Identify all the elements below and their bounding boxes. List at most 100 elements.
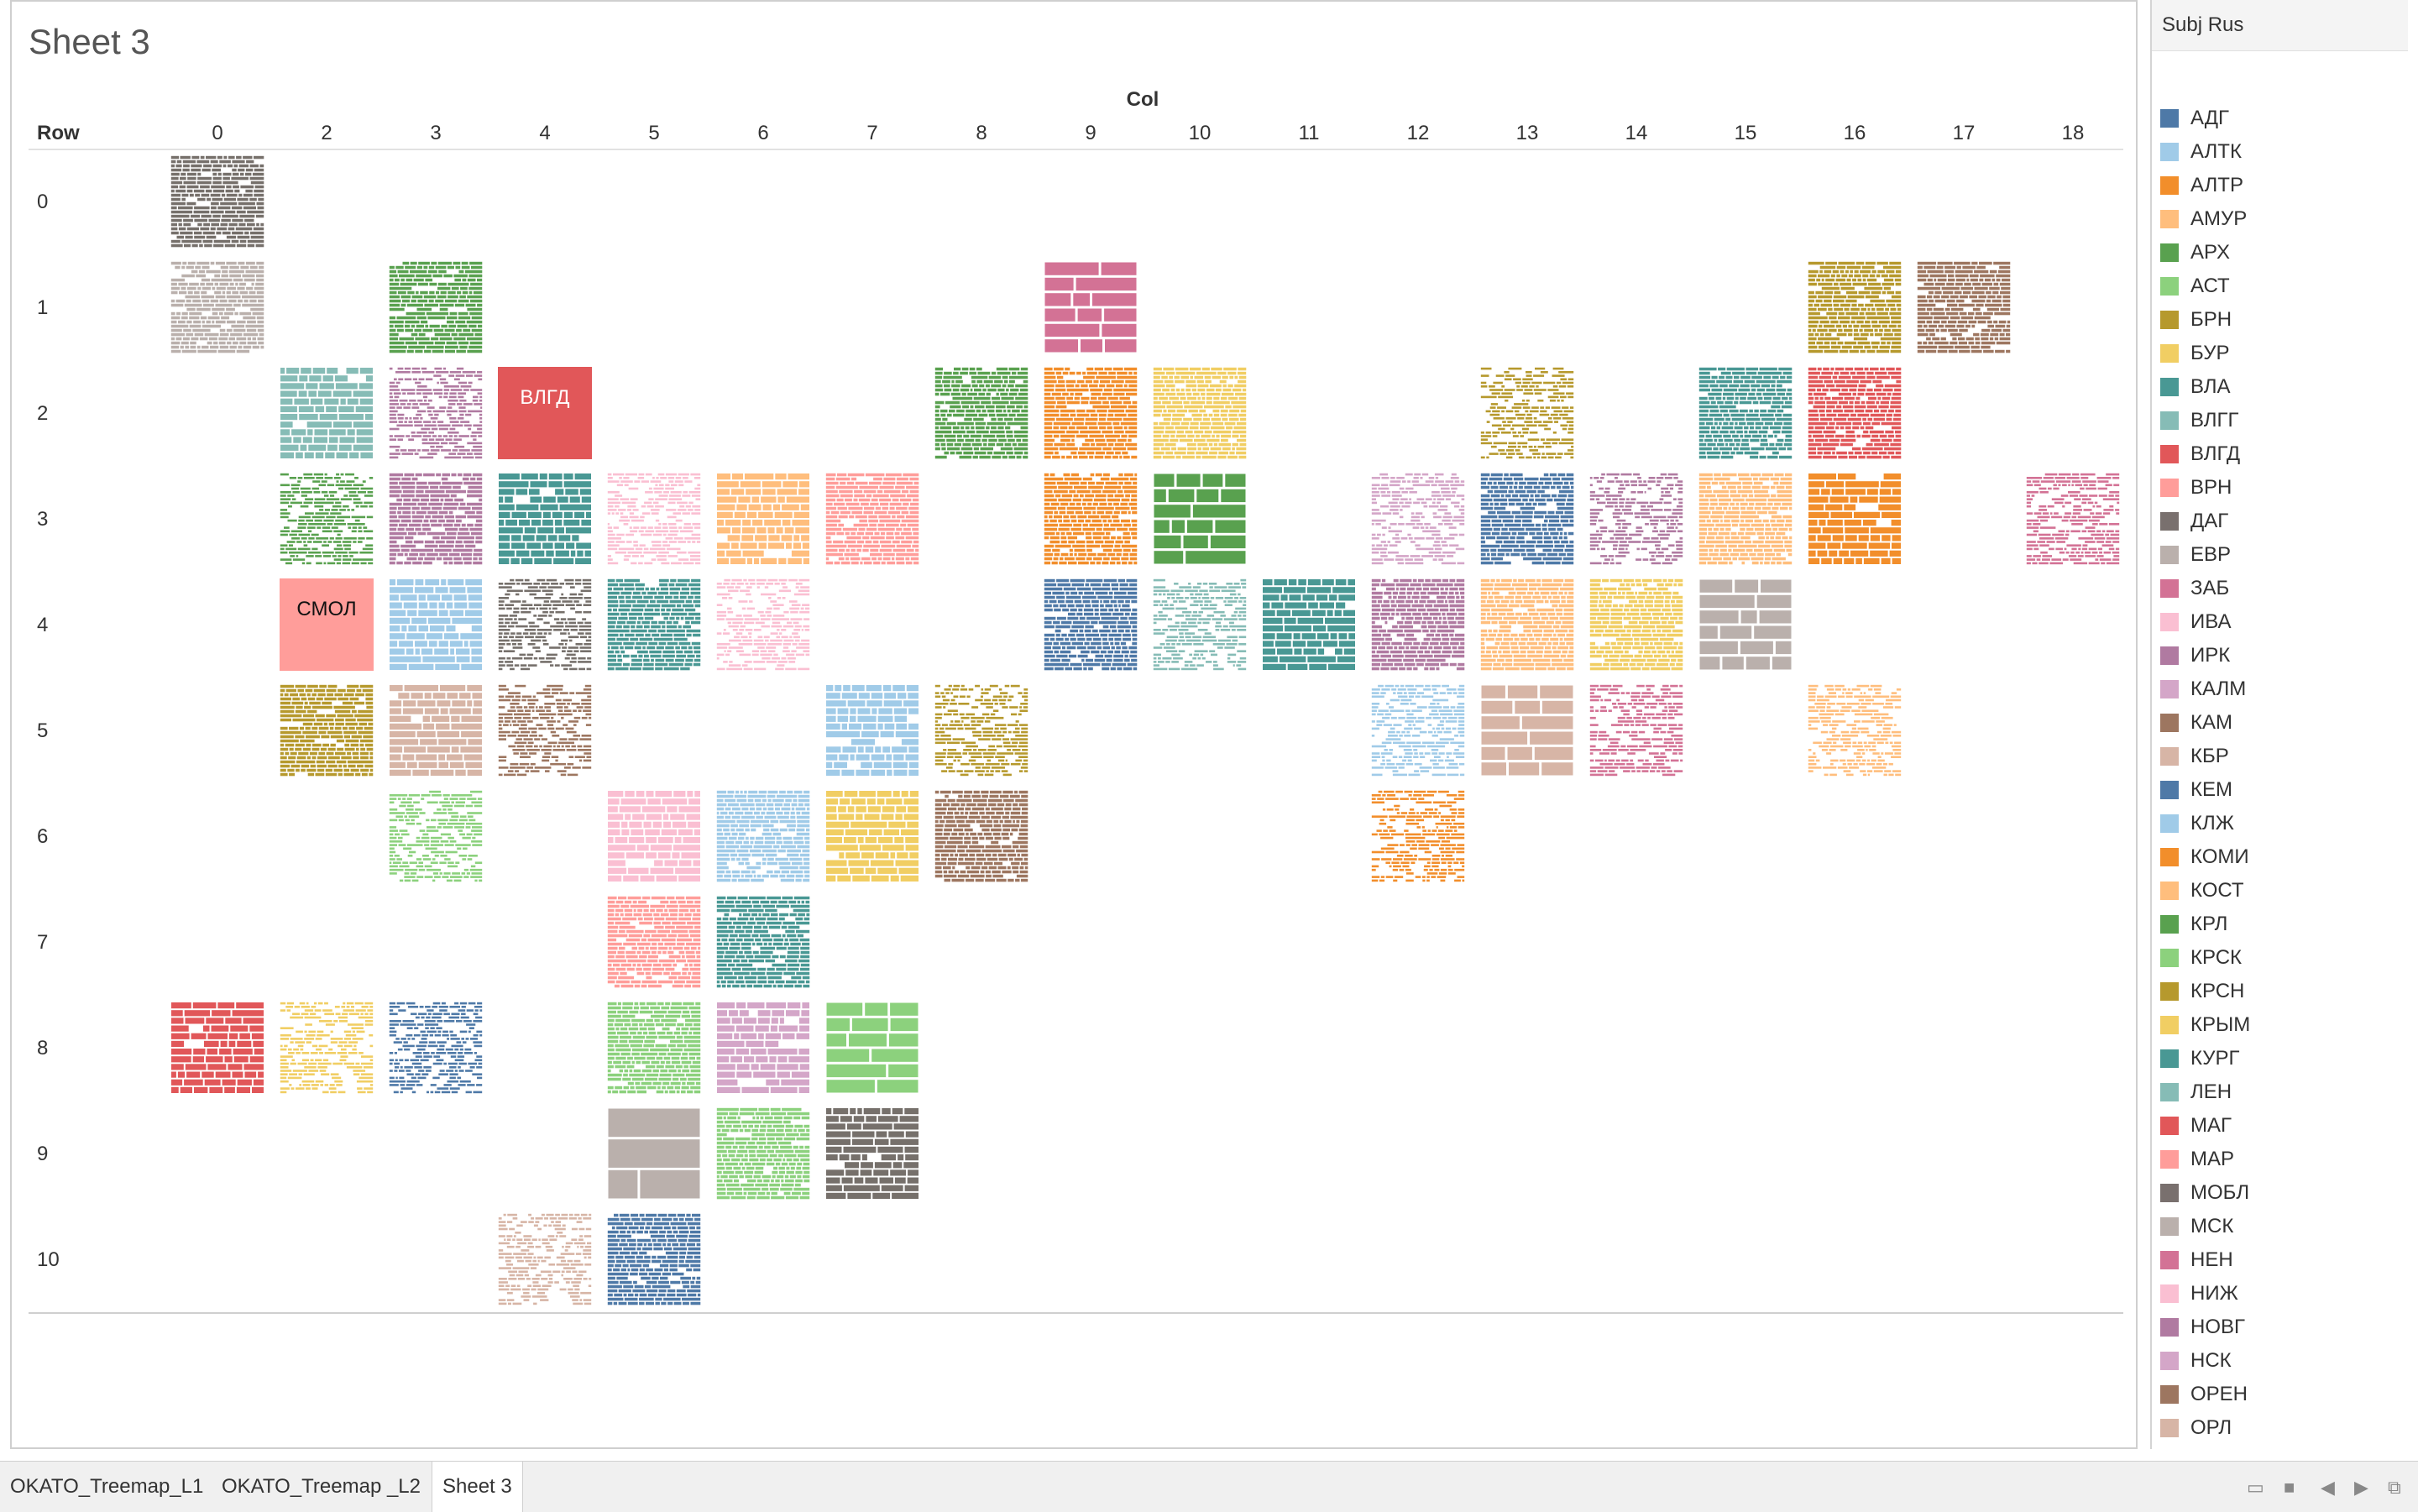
treemap-cell[interactable]: [499, 473, 591, 564]
treemap-block: [297, 526, 306, 529]
treemap-cell[interactable]: [171, 262, 264, 353]
treemap-block: [1824, 300, 1831, 303]
treemap-block: [1808, 535, 1816, 541]
treemap-block: [1107, 439, 1117, 442]
treemap-block: [1786, 486, 1792, 489]
treemap-block: [259, 165, 264, 168]
treemap-block: [247, 329, 256, 332]
treemap-block: [845, 557, 849, 561]
treemap-block: [1489, 389, 1503, 391]
treemap-block: [257, 291, 264, 295]
treemap-cell[interactable]: [826, 473, 919, 565]
treemap-block: [516, 625, 528, 628]
treemap-cell[interactable]: [608, 473, 700, 564]
treemap-cell[interactable]: [1481, 368, 1573, 458]
treemap-block: [440, 486, 452, 489]
treemap-block: [1525, 411, 1528, 413]
treemap-block: [991, 418, 996, 421]
treemap-block: [390, 610, 406, 616]
treemap-block: [1724, 507, 1728, 510]
treemap-block: [337, 562, 341, 565]
treemap-block: [1054, 435, 1060, 438]
treemap-cell[interactable]: [717, 473, 809, 564]
treemap-cell[interactable]: [1045, 263, 1137, 353]
treemap-cell[interactable]: ВЛГД: [498, 367, 592, 459]
treemap-block: [1513, 435, 1519, 437]
treemap-cell[interactable]: [171, 156, 264, 247]
treemap-block: [657, 555, 667, 557]
treemap-block: [1506, 417, 1516, 420]
treemap-block[interactable]: [498, 367, 592, 459]
treemap-block: [2080, 477, 2088, 479]
treemap-block: [678, 541, 686, 543]
treemap-block: [1553, 417, 1561, 420]
treemap-cell[interactable]: [1481, 473, 1574, 565]
treemap-block: [1481, 499, 1493, 502]
treemap-block: [1504, 473, 1508, 477]
treemap-block: [1070, 549, 1073, 552]
treemap-cell[interactable]: [499, 579, 591, 670]
treemap-block: [1079, 456, 1088, 459]
treemap-cell[interactable]: [1699, 368, 1793, 459]
treemap-cell[interactable]: [1044, 368, 1138, 459]
treemap-block: [1390, 484, 1400, 487]
treemap-block: [431, 417, 438, 420]
treemap-block: [551, 600, 561, 603]
treemap-cell[interactable]: [1372, 473, 1464, 564]
treemap-block: [2084, 484, 2088, 487]
treemap-block: [1542, 528, 1547, 531]
treemap-block: [1459, 534, 1464, 536]
treemap-block: [1176, 456, 1181, 459]
treemap-block: [906, 536, 919, 540]
treemap-block: [1976, 266, 1986, 269]
treemap-cell[interactable]: [935, 368, 1028, 459]
treemap-cell[interactable]: [390, 579, 482, 670]
treemap-block: [467, 503, 482, 506]
treemap-block: [233, 173, 239, 176]
treemap-cell[interactable]: [280, 473, 373, 564]
treemap-block: [412, 368, 420, 370]
treemap-block: [641, 555, 645, 557]
treemap-cell[interactable]: [1044, 473, 1138, 565]
treemap-block: [1950, 317, 1960, 320]
treemap-block: [1866, 410, 1873, 413]
treemap-block: [1560, 379, 1567, 381]
treemap-block: [447, 283, 468, 286]
treemap-block: [1372, 484, 1380, 487]
treemap-cell[interactable]: [390, 262, 483, 353]
treemap-cell[interactable]: СМОЛ: [280, 578, 374, 671]
treemap-cell[interactable]: [1808, 473, 1901, 564]
treemap-block: [1871, 342, 1880, 345]
treemap-cell[interactable]: [390, 473, 483, 565]
sheet-panel: Sheet 3 ColRow02345678910111213141516171…: [10, 0, 2138, 1449]
treemap-block: [826, 478, 835, 481]
treemap-cell[interactable]: [1699, 473, 1793, 565]
treemap-cell[interactable]: [1154, 474, 1246, 564]
treemap-block: [1098, 422, 1112, 426]
treemap-block: [253, 346, 259, 349]
treemap-block: [448, 453, 456, 455]
treemap-block: [1226, 426, 1233, 430]
treemap-block[interactable]: [280, 578, 374, 671]
treemap-cell[interactable]: [390, 368, 482, 458]
treemap-block: [319, 509, 323, 511]
treemap-block: [232, 169, 236, 172]
treemap-cell[interactable]: [2027, 473, 2119, 564]
treemap-cell[interactable]: [1154, 368, 1247, 459]
treemap-cell[interactable]: [1808, 262, 1902, 353]
treemap-cell[interactable]: [1918, 262, 2011, 353]
treemap-block: [1648, 488, 1652, 490]
treemap-cell[interactable]: [1590, 473, 1683, 564]
treemap-block: [296, 555, 299, 557]
treemap-block: [237, 321, 246, 324]
treemap-block: [390, 520, 400, 523]
treemap-cell[interactable]: [608, 579, 701, 671]
treemap-block: [1407, 534, 1410, 536]
treemap-block: [537, 629, 552, 631]
treemap-cell[interactable]: [280, 368, 373, 458]
treemap-block: [1930, 312, 1944, 316]
treemap-cell[interactable]: [1808, 368, 1902, 459]
treemap-block: [1636, 531, 1643, 533]
treemap-block: [944, 376, 962, 379]
treemap-block: [418, 262, 430, 265]
